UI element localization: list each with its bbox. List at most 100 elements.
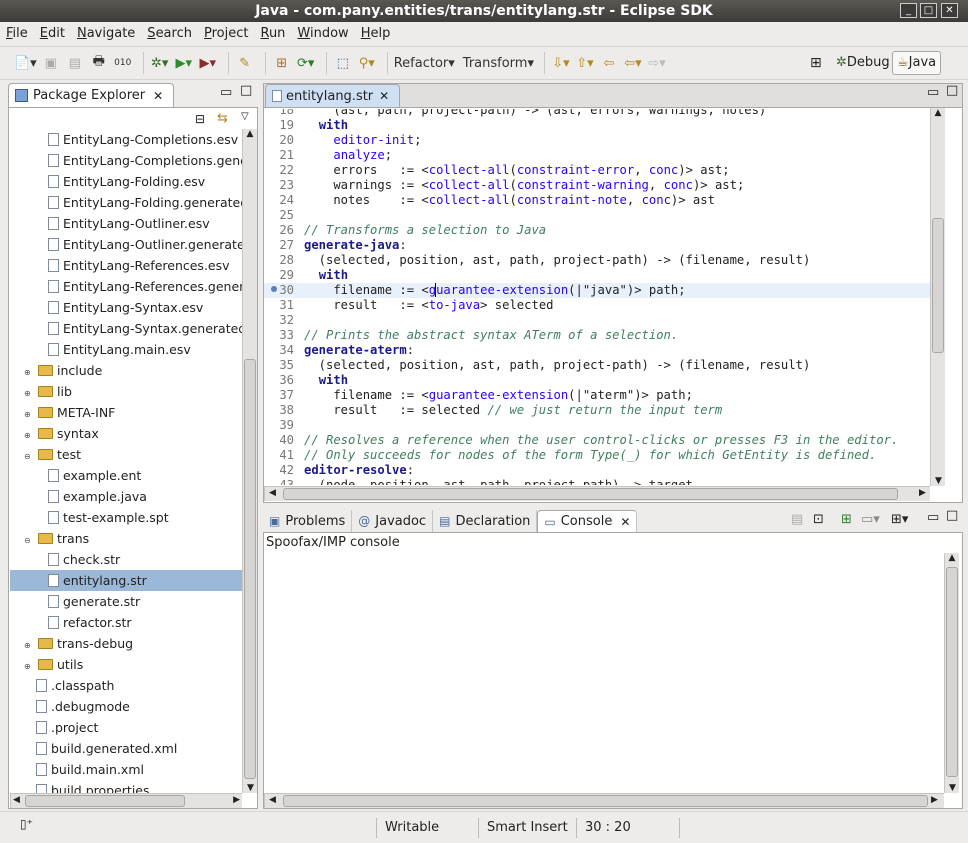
debug-perspective[interactable]: ✲Debug: [832, 52, 894, 74]
editor-hscrollbar[interactable]: ◀ ▶: [264, 486, 930, 501]
scroll-down-icon[interactable]: ▼: [945, 783, 960, 793]
fast-view-icon[interactable]: ▯⁺: [20, 817, 33, 831]
new-icon[interactable]: 📄▾: [14, 52, 37, 74]
tree-item[interactable]: ⊕ trans-debug: [10, 633, 242, 654]
view-menu-icon[interactable]: ▽: [241, 111, 249, 122]
close-button[interactable]: ✕: [941, 3, 958, 18]
console-vscroll-thumb[interactable]: [946, 567, 958, 777]
tree-item[interactable]: ⊕ include: [10, 360, 242, 381]
maximize-panel-icon[interactable]: □: [946, 508, 958, 523]
menu-run[interactable]: Run: [260, 26, 285, 41]
transform-menu[interactable]: Transform ▾: [463, 52, 534, 74]
tree-item[interactable]: ⊖ trans: [10, 528, 242, 549]
brush-icon[interactable]: ✎: [235, 52, 255, 74]
console-vscrollbar[interactable]: ▲ ▼: [944, 553, 959, 793]
menu-file[interactable]: File: [6, 26, 28, 41]
scroll-up-icon[interactable]: ▲: [945, 553, 959, 563]
tree-item[interactable]: build.main.xml: [10, 759, 242, 780]
tree-item[interactable]: EntityLang-Folding.generated.esv: [10, 192, 242, 213]
tree-item[interactable]: EntityLang.main.esv: [10, 339, 242, 360]
scroll-up-icon[interactable]: ▲: [931, 108, 945, 118]
tree-item[interactable]: entitylang.str: [10, 570, 242, 591]
tree-item[interactable]: test-example.spt: [10, 507, 242, 528]
editor-vscrollbar[interactable]: ▲ ▼: [930, 108, 945, 486]
scroll-down-icon[interactable]: ▼: [931, 476, 946, 486]
tree-item[interactable]: example.java: [10, 486, 242, 507]
tree-vscrollbar[interactable]: ▲ ▼: [242, 129, 257, 793]
tree-item[interactable]: example.ent: [10, 465, 242, 486]
pin-console-icon[interactable]: ⊞: [841, 512, 852, 527]
collapse-twisty-icon[interactable]: ⊖: [24, 446, 34, 465]
tree-item[interactable]: EntityLang-References.generated.esv: [10, 276, 242, 297]
tab-console[interactable]: ▭ Console ✕: [537, 510, 638, 532]
scroll-right-icon[interactable]: ▶: [919, 488, 926, 498]
back-icon[interactable]: ⇦▾: [623, 52, 643, 74]
next-annotation-icon[interactable]: ⇩▾: [551, 52, 571, 74]
tab-package-explorer[interactable]: Package Explorer ✕: [8, 83, 175, 107]
save-all-icon[interactable]: ▤: [65, 52, 85, 74]
debug-run-icon[interactable]: ✲▾: [150, 52, 170, 74]
tree-item[interactable]: EntityLang-Outliner.esv: [10, 213, 242, 234]
maximize-view-icon[interactable]: □: [240, 83, 252, 98]
expand-twisty-icon[interactable]: ⊕: [24, 362, 34, 381]
tab-entitylang-str[interactable]: entitylang.str ✕: [265, 84, 401, 107]
prev-annotation-icon[interactable]: ⇧▾: [575, 52, 595, 74]
expand-twisty-icon[interactable]: ⊕: [24, 656, 34, 675]
tree-item[interactable]: generate.str: [10, 591, 242, 612]
expand-twisty-icon[interactable]: ⊕: [24, 404, 34, 423]
scroll-right-icon[interactable]: ▶: [931, 795, 938, 805]
tree-item[interactable]: .classpath: [10, 675, 242, 696]
minimize-button[interactable]: _: [900, 3, 917, 18]
run-icon[interactable]: ▶▾: [174, 52, 194, 74]
tree-item[interactable]: ⊕ META-INF: [10, 402, 242, 423]
editor-hscroll-thumb[interactable]: [283, 488, 898, 500]
minimize-editor-icon[interactable]: ▭: [927, 85, 939, 100]
maximize-editor-icon[interactable]: □: [946, 83, 958, 98]
tree-item[interactable]: EntityLang-References.esv: [10, 255, 242, 276]
scroll-left-icon[interactable]: ◀: [13, 795, 20, 805]
open-perspective-icon[interactable]: ⊞: [810, 50, 830, 76]
tree-vscroll-thumb[interactable]: [244, 359, 256, 779]
tree-hscrollbar[interactable]: ◀ ▶: [10, 793, 242, 808]
tree-item[interactable]: EntityLang-Syntax.generated.esv: [10, 318, 242, 339]
display-console-icon[interactable]: ▭▾: [861, 512, 880, 527]
scroll-right-icon[interactable]: ▶: [233, 795, 240, 805]
menu-help[interactable]: Help: [361, 26, 391, 41]
binary-icon[interactable]: 010: [113, 52, 133, 74]
search-icon[interactable]: ⚲▾: [357, 52, 377, 74]
editor-vscroll-thumb[interactable]: [932, 218, 944, 353]
tree-item[interactable]: ⊖ test: [10, 444, 242, 465]
tree-item[interactable]: EntityLang-Syntax.esv: [10, 297, 242, 318]
menu-search[interactable]: Search: [147, 26, 192, 41]
tab-problems[interactable]: ▣ Problems: [263, 510, 353, 532]
menu-edit[interactable]: Edit: [40, 26, 65, 41]
tree-item[interactable]: check.str: [10, 549, 242, 570]
forward-icon[interactable]: ⇨▾: [647, 52, 667, 74]
close-editor-icon[interactable]: ✕: [379, 89, 389, 103]
tree-item[interactable]: .project: [10, 717, 242, 738]
close-tab-icon[interactable]: ✕: [620, 515, 630, 529]
expand-twisty-icon[interactable]: ⊕: [24, 425, 34, 444]
collapse-twisty-icon[interactable]: ⊖: [24, 530, 34, 549]
menu-project[interactable]: Project: [204, 26, 249, 41]
close-tab-icon[interactable]: ✕: [153, 89, 163, 103]
scroll-down-icon[interactable]: ▼: [243, 783, 258, 793]
tab-javadoc[interactable]: @ Javadoc: [352, 510, 434, 532]
tree-item[interactable]: ⊕ syntax: [10, 423, 242, 444]
console-hscroll-thumb[interactable]: [283, 795, 928, 807]
new-package-icon[interactable]: ⊞: [272, 52, 292, 74]
open-type-icon[interactable]: ⬚: [333, 52, 353, 74]
minimize-view-icon[interactable]: ▭: [220, 85, 232, 100]
link-editor-icon[interactable]: ⇆: [217, 111, 228, 126]
tree-item[interactable]: EntityLang-Folding.esv: [10, 171, 242, 192]
refactor-menu[interactable]: Refactor ▾: [394, 52, 455, 74]
last-edit-icon[interactable]: ⇦: [599, 52, 619, 74]
minimize-panel-icon[interactable]: ▭: [927, 510, 939, 525]
save-icon[interactable]: ▣: [41, 52, 61, 74]
scroll-left-icon[interactable]: ◀: [269, 488, 276, 498]
clear-console-icon[interactable]: ▤: [791, 512, 803, 527]
maximize-button[interactable]: □: [920, 3, 937, 18]
scroll-left-icon[interactable]: ◀: [269, 795, 276, 805]
console-hscrollbar[interactable]: ◀ ▶: [264, 793, 944, 808]
tree-item[interactable]: build.generated.xml: [10, 738, 242, 759]
